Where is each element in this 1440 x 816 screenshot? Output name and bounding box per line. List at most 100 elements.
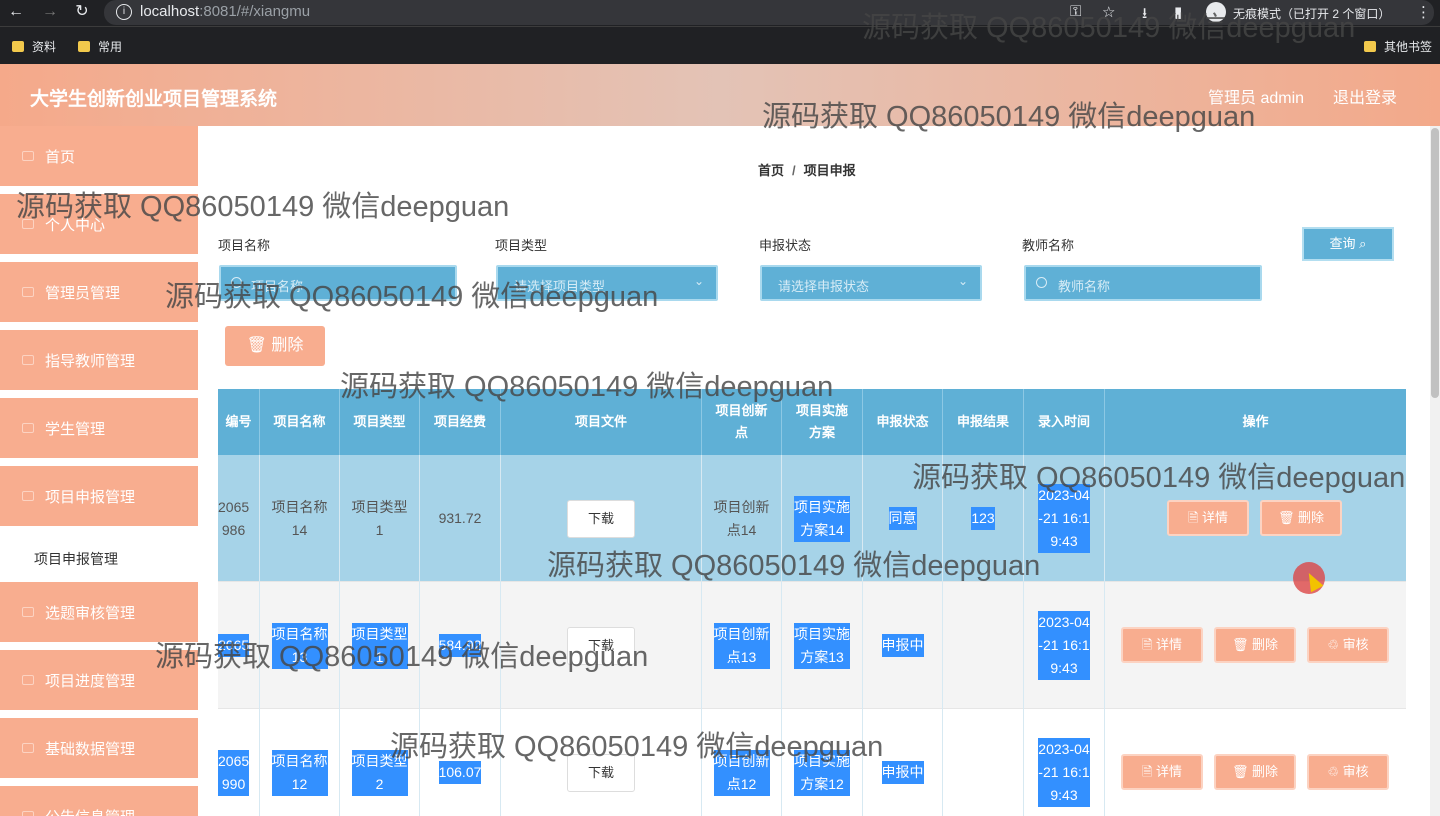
menu-item-icon [22,219,34,229]
teacher-name-input[interactable]: 教师名称 [1024,265,1262,301]
sidebar-item-topic-review[interactable]: 选题审核管理 [0,582,198,644]
cell-plan-text: 项目实施 方案13 [794,622,850,669]
filter-label-project-name: 项目名称 [218,238,271,253]
cell-actions: 🗎 详情 🗑 删除 ♲ 审核 [1105,582,1406,709]
app-title: 大学生创新创业项目管理系统 [30,89,278,110]
chevron-down-icon: ⌄ [693,274,704,288]
download-button[interactable]: 下载 [567,626,635,665]
site-info-icon[interactable]: i [116,4,132,20]
cell-type: 项目类型 1 [340,582,420,709]
sidebar-item-teachers[interactable]: 指导教师管理 [0,330,198,392]
cell-id: 2065 986 [218,455,260,582]
scrollbar-thumb[interactable] [1431,128,1439,398]
sidebar-item-label: 公告信息管理 [45,806,135,816]
placeholder: 请选择申报状态 [778,279,870,294]
menu-item-icon [22,607,34,617]
col-header: 项目文件 [501,389,702,455]
col-header: 编号 [218,389,260,455]
sidebar-item-label: 指导教师管理 [45,353,136,370]
cell-status: 申报中 [863,709,943,816]
download-button[interactable]: 下载 [567,753,635,792]
sidebar-item-progress[interactable]: 项目进度管理 [0,650,198,712]
cell-status-text: 申报中 [881,761,924,784]
col-header: 项目名称 [260,389,340,455]
table-row[interactable]: 2065 990 项目名称 12 项目类型 2 106.07 下载 项目创新 点… [218,709,1406,816]
cell-name-text: 项目名称 12 [271,749,328,796]
cell-time: 2023-04 -21 16:1 9:43 [1024,709,1105,816]
cell-name: 项目名称 12 [260,709,340,816]
forward-icon[interactable]: → [40,2,60,22]
download-icon[interactable]: ⭳ [1142,3,1147,28]
incognito-label: 无痕模式（已打开 2 个窗口） [1233,7,1391,21]
logout-link[interactable]: 退出登录 [1333,84,1397,108]
placeholder: 请选择项目类型 [514,279,606,294]
status-select[interactable]: 请选择申报状态 ⌄ [760,265,982,301]
download-button[interactable]: 下载 [567,499,635,538]
back-icon[interactable]: ← [6,2,26,22]
cell-file: 下载 [501,582,702,709]
detail-button[interactable]: 🗎 详情 [1121,754,1203,790]
cell-time-text: 2023-04 -21 16:1 9:43 [1038,611,1090,680]
bookmark-folder[interactable]: 常用 [78,38,122,55]
sidebar-item-label: 首页 [45,149,76,166]
project-name-input[interactable]: 项目名称 [219,265,457,301]
folder-icon [12,41,24,52]
project-type-select[interactable]: 请选择项目类型 ⌄ [496,265,718,301]
menu-item-icon [22,811,34,816]
delete-button[interactable]: 🗑 删除 [1214,754,1296,790]
breadcrumb: 首页 / 项目申报 [758,160,856,179]
review-button[interactable]: ♲ 审核 [1307,627,1389,663]
cell-time: 2023-04 -21 16:1 9:43 [1024,455,1105,582]
sidepanel-icon[interactable]: ▮ [1174,3,1182,21]
cell-innovation-text: 项目创新 点13 [713,622,770,669]
filter-label-project-type: 项目类型 [495,238,548,253]
key-icon[interactable]: ⚿ [1070,3,1081,20]
incognito-icon[interactable] [1206,2,1226,22]
breadcrumb-home[interactable]: 首页 [758,163,784,178]
bookmark-folder[interactable]: 资料 [12,38,56,55]
sidebar-item-basic-data[interactable]: 基础数据管理 [0,718,198,780]
cell-id: 2065 990 [218,709,260,816]
sidebar-item-admins[interactable]: 管理员管理 [0,262,198,324]
delete-button[interactable]: 🗑 删除 [1260,500,1342,536]
search-icon [1036,277,1047,288]
cell-file: 下载 [501,455,702,582]
col-header: 项目创新点 [702,389,782,455]
sidebar-item-home[interactable]: 首页 [0,126,198,188]
url-text[interactable]: localhost:8081/#/xiangmu [140,3,310,20]
star-icon[interactable]: ☆ [1102,3,1115,21]
detail-button[interactable]: 🗎 详情 [1121,627,1203,663]
detail-button[interactable]: 🗎 详情 [1167,500,1249,536]
sidebar-item-students[interactable]: 学生管理 [0,398,198,460]
col-header: 项目实施方案 [782,389,863,455]
other-bookmarks[interactable]: 其他书签 [1364,38,1432,55]
cell-name-text: 项目名称 13 [271,622,328,669]
cell-status: 申报中 [863,582,943,709]
table-row[interactable]: 2065 986 项目名称 14 项目类型 1 931.72 下载 项目创新 点… [218,455,1406,582]
bookmarks-bar: 资料 常用 其他书签 [0,26,1440,64]
cell-id-text: 2065 990 [218,749,250,796]
table-header: 编号 项目名称 项目类型 项目经费 项目文件 项目创新点 项目实施方案 申报状态… [218,389,1406,455]
sidebar-item-project-apply[interactable]: 项目申报管理 [0,466,198,528]
search-icon [231,277,242,288]
sidebar-subitem-label: 项目申报管理 [34,551,118,567]
sidebar-item-label: 管理员管理 [45,285,121,302]
review-button[interactable]: ♲ 审核 [1307,754,1389,790]
menu-icon[interactable]: ⋮ [1416,3,1431,21]
table-row[interactable]: 2065 项目名称 13 项目类型 1 584.92 下载 项目创新 点13 项… [218,582,1406,709]
sidebar-subitem-project-apply[interactable]: 项目申报管理 [0,530,198,584]
cell-plan-text: 项目实施 方案14 [794,495,850,542]
breadcrumb-current: 项目申报 [803,163,856,178]
query-button[interactable]: 查询 ⌕ [1302,227,1394,261]
col-header: 申报结果 [943,389,1024,455]
delete-button[interactable]: 🗑 删除 [1214,627,1296,663]
col-header: 操作 [1242,414,1269,429]
sidebar-item-notices[interactable]: 公告信息管理 [0,786,198,816]
col-header: 申报状态 [863,389,943,455]
batch-delete-button[interactable]: 🗑 删除 [225,326,325,366]
col-header: 录入时间 [1024,389,1105,455]
cell-fund: 584.92 [420,582,501,709]
sidebar-item-profile[interactable]: 个人中心 [0,194,198,256]
reload-icon[interactable]: ↻ [72,2,92,22]
cell-innovation: 项目创新 点12 [702,709,782,816]
